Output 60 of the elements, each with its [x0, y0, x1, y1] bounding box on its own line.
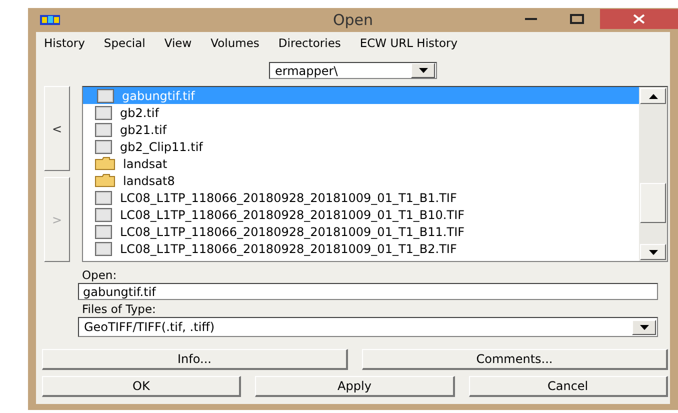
file-name: landsat: [123, 156, 168, 170]
folder-icon: [95, 157, 115, 170]
directory-dropdown[interactable]: ermapper\: [269, 62, 437, 79]
nav-button[interactable]: <: [44, 86, 70, 171]
dialog-button[interactable]: Info...: [42, 349, 348, 370]
file-list-item[interactable]: LC08_L1TP_118066_20180928_20181009_01_T1_B2.TIF: [83, 240, 639, 257]
file-list-item[interactable]: gb21.tif: [83, 121, 639, 138]
folder-icon: [95, 174, 115, 187]
file-name: landsat8: [123, 174, 175, 188]
close-button[interactable]: [600, 9, 678, 29]
minimize-icon: [525, 18, 537, 20]
file-name: gb21.tif: [120, 122, 167, 136]
maximize-icon: [570, 14, 584, 24]
file-type-label: Files of Type:: [82, 302, 157, 316]
file-list-item[interactable]: LC08_L1TP_118066_20180928_20181009_01_T1_B1.TIF: [83, 189, 639, 206]
menu-item[interactable]: History: [44, 36, 85, 56]
menu-item[interactable]: ECW URL History: [360, 36, 458, 56]
file-name: LC08_L1TP_118066_20180928_20181009_01_T1_B2.TIF: [120, 242, 457, 256]
menu-item[interactable]: View: [164, 36, 192, 56]
file-name: LC08_L1TP_118066_20180928_20181009_01_T1_B10.TIF: [120, 208, 465, 222]
file-list-item[interactable]: landsat: [83, 155, 639, 172]
scroll-down-button[interactable]: [640, 244, 666, 260]
dialog-button[interactable]: Cancel: [468, 376, 668, 397]
file-icon: [95, 208, 112, 222]
menu-item[interactable]: Volumes: [210, 36, 260, 56]
file-list-item[interactable]: LC08_L1TP_118066_20180928_20181009_01_T1_B11.TIF: [83, 223, 639, 240]
window-title: Open: [332, 11, 374, 29]
file-icon: [97, 88, 114, 102]
dialog-button[interactable]: OK: [42, 376, 242, 397]
open-label: Open:: [82, 268, 118, 282]
file-list-item[interactable]: gb2_Clip11.tif: [83, 138, 639, 155]
file-name-field[interactable]: gabungtif.tif: [78, 283, 658, 300]
file-name: gb2.tif: [120, 106, 159, 120]
down-arrow-icon: [648, 250, 658, 254]
close-icon: [633, 14, 645, 24]
file-icon: [95, 224, 112, 238]
file-icon: [95, 190, 112, 204]
file-list-item[interactable]: gb2.tif: [83, 104, 639, 121]
file-icon: [95, 122, 112, 136]
file-name: LC08_L1TP_118066_20180928_20181009_01_T1_B11.TIF: [120, 224, 465, 238]
file-name: gabungtif.tif: [122, 88, 195, 102]
file-icon: [95, 242, 112, 256]
app-logo-icon: [40, 15, 60, 25]
up-arrow-icon: [648, 94, 658, 98]
file-list-item[interactable]: LC08_L1TP_118066_20180928_20181009_01_T1_B10.TIF: [83, 206, 639, 223]
menu-item[interactable]: Directories: [278, 36, 341, 56]
dropdown-arrow-icon: [418, 68, 428, 73]
file-list-item[interactable]: landsat8: [83, 172, 639, 189]
dialog-button[interactable]: Comments...: [362, 349, 668, 370]
file-icon: [95, 140, 112, 154]
file-type-dropdown[interactable]: GeoTIFF/TIFF(.tif, .tiff): [78, 317, 658, 337]
scroll-up-button[interactable]: [640, 88, 666, 104]
dropdown-arrow-icon: [640, 324, 648, 330]
dialog-button[interactable]: Apply: [255, 376, 455, 397]
scrollbar[interactable]: [639, 87, 667, 261]
file-icon: [95, 106, 112, 120]
menu-item[interactable]: Special: [104, 36, 146, 56]
scrollbar-thumb[interactable]: [640, 183, 666, 223]
file-name: LC08_L1TP_118066_20180928_20181009_01_T1_B1.TIF: [120, 190, 457, 204]
file-name: gb2_Clip11.tif: [120, 140, 203, 154]
